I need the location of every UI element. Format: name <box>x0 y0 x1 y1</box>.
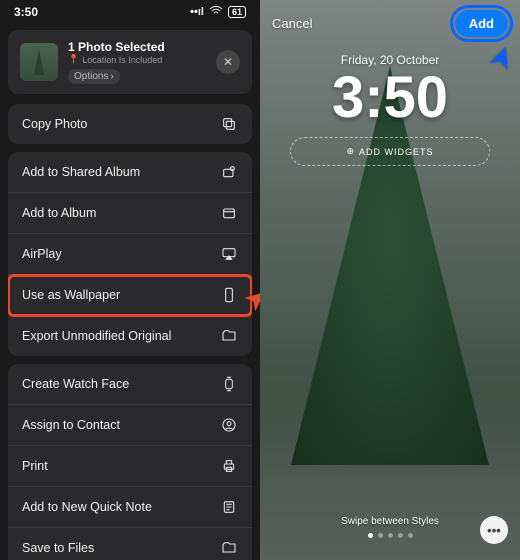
shared-album-row[interactable]: Add to Shared Album <box>8 152 252 193</box>
editor-topbar: Cancel Add <box>260 0 520 47</box>
add-widgets-label: ADD WIDGETS <box>359 147 434 157</box>
add-button[interactable]: Add <box>455 10 508 37</box>
status-bar: 3:50 ••ıl 61 <box>0 0 260 24</box>
options-button[interactable]: Options › <box>68 69 120 84</box>
share-header-text: 1 Photo Selected 📍 Location Is Included … <box>68 40 206 84</box>
save-files-row[interactable]: Save to Files <box>8 528 252 560</box>
wifi-icon <box>208 3 224 22</box>
copy-photo-row[interactable]: Copy Photo <box>8 104 252 144</box>
printer-icon <box>220 457 238 475</box>
swipe-hint-label: Swipe between Styles <box>341 516 439 527</box>
chevron-right-icon: › <box>110 71 113 82</box>
more-button[interactable]: ••• <box>480 516 508 544</box>
share-sheet-pane: 3:50 ••ıl 61 1 Photo Selected 📍 Location… <box>0 0 260 560</box>
share-title: 1 Photo Selected <box>68 40 206 54</box>
contact-icon <box>220 416 238 434</box>
battery-icon: 61 <box>228 6 246 18</box>
airplay-label: AirPlay <box>22 247 62 261</box>
folder-icon <box>220 539 238 557</box>
add-album-label: Add to Album <box>22 206 96 220</box>
assign-contact-label: Assign to Contact <box>22 418 120 432</box>
ellipsis-icon: ••• <box>487 523 501 538</box>
add-album-row[interactable]: Add to Album <box>8 193 252 234</box>
photo-thumbnail[interactable] <box>20 43 58 81</box>
quick-note-row[interactable]: Add to New Quick Note <box>8 487 252 528</box>
album-icon <box>220 204 238 222</box>
folder-icon <box>220 327 238 345</box>
signal-icon: ••ıl <box>190 6 204 18</box>
watch-face-label: Create Watch Face <box>22 377 129 391</box>
close-icon: ✕ <box>223 55 233 69</box>
share-location: 📍 Location Is Included <box>68 54 206 65</box>
note-icon <box>220 498 238 516</box>
shared-album-icon <box>220 163 238 181</box>
save-files-label: Save to Files <box>22 541 94 555</box>
status-indicators: ••ıl 61 <box>190 3 246 22</box>
export-unmod-label: Export Unmodified Original <box>22 329 171 343</box>
airplay-row[interactable]: AirPlay <box>8 234 252 275</box>
location-icon: 📍 <box>68 54 79 65</box>
copy-photo-label: Copy Photo <box>22 117 87 131</box>
plus-icon: ⊕ <box>346 146 355 157</box>
print-label: Print <box>22 459 48 473</box>
quick-note-label: Add to New Quick Note <box>22 500 152 514</box>
wallpaper-editor-pane: Cancel Add ➤ Friday, 20 October 3:50 ⊕ A… <box>260 0 520 560</box>
share-header: 1 Photo Selected 📍 Location Is Included … <box>8 30 252 94</box>
airplay-icon <box>220 245 238 263</box>
cancel-button[interactable]: Cancel <box>272 16 312 31</box>
lock-time[interactable]: 3:50 <box>260 69 520 127</box>
copy-icon <box>220 115 238 133</box>
use-wallpaper-row[interactable]: Use as Wallpaper <box>8 275 252 316</box>
phone-icon <box>220 286 238 304</box>
watch-icon <box>220 375 238 393</box>
shared-album-label: Add to Shared Album <box>22 165 140 179</box>
watch-face-row[interactable]: Create Watch Face <box>8 364 252 405</box>
use-wallpaper-label: Use as Wallpaper <box>22 288 120 302</box>
status-time: 3:50 <box>14 5 38 19</box>
action-list: Copy Photo Add to Shared Album Add to Al… <box>0 104 260 560</box>
export-unmod-row[interactable]: Export Unmodified Original <box>8 316 252 356</box>
close-button[interactable]: ✕ <box>216 50 240 74</box>
assign-contact-row[interactable]: Assign to Contact <box>8 405 252 446</box>
print-row[interactable]: Print <box>8 446 252 487</box>
add-widgets-zone[interactable]: ⊕ ADD WIDGETS <box>290 137 490 166</box>
lockscreen-preview: Friday, 20 October 3:50 ⊕ ADD WIDGETS <box>260 53 520 166</box>
